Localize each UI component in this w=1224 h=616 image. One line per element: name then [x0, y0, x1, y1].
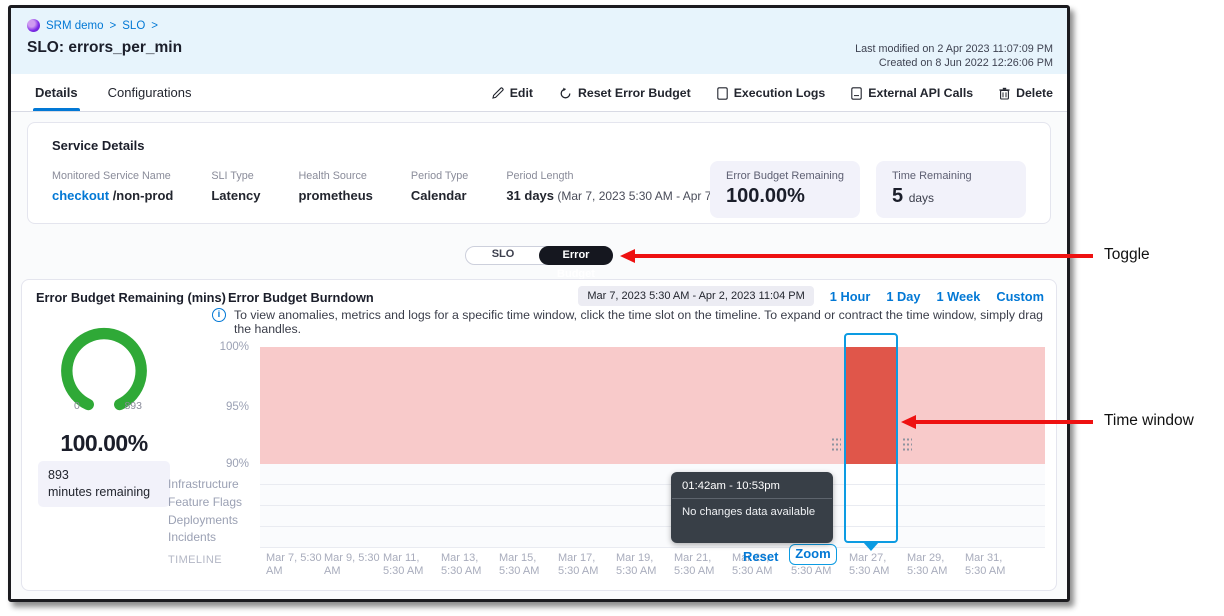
field-sli-type: SLI Type Latency [211, 170, 260, 203]
tab-bar: Details Configurations Edit Reset Error … [11, 74, 1067, 112]
breadcrumb-slo-link[interactable]: SLO [122, 20, 145, 32]
row-label-deployments: Deployments [168, 513, 238, 527]
x-tick: Mar 19, 5:30 AM [616, 552, 672, 578]
y-axis-label-90: 90% [182, 458, 249, 470]
execution-logs-button[interactable]: Execution Logs [717, 86, 826, 100]
toggle-option-error-budget[interactable]: Error Budget [539, 246, 613, 265]
toggle-option-slo[interactable]: SLO [466, 246, 540, 265]
burndown-band[interactable] [260, 347, 1045, 464]
y-axis-label-100: 100% [182, 341, 249, 353]
x-tick: Mar 15, 5:30 AM [499, 552, 555, 578]
minutes-caption: minutes remaining [48, 484, 160, 501]
time-remaining-box: Time Remaining 5 days [876, 161, 1026, 218]
x-tick: Mar 27, 5:30 AM [849, 552, 905, 578]
y-axis-label-95: 95% [182, 401, 249, 413]
breadcrumb: SRM demo > SLO > [27, 19, 1051, 32]
time-window-annotation-arrow-line [914, 420, 1093, 424]
burndown-title: Error Budget Burndown [228, 290, 374, 305]
date-range-badge[interactable]: Mar 7, 2023 5:30 AM - Apr 2, 2023 11:04 … [578, 286, 813, 306]
drag-handle-left[interactable] [830, 436, 841, 453]
last-modified-text: Last modified on 2 Apr 2023 11:07:09 PM [855, 42, 1053, 56]
field-monitored-service: Monitored Service Name checkout /non-pro… [52, 170, 173, 203]
document-icon [717, 87, 728, 100]
x-tick: Mar 21, 5:30 AM [674, 552, 730, 578]
time-window-pointer-icon [863, 542, 879, 551]
time-window-selection[interactable] [844, 333, 898, 543]
x-tick: Mar 13, 5:30 AM [441, 552, 497, 578]
x-tick: Mar 31, 5:30 AM [965, 552, 1021, 578]
reset-icon [559, 87, 572, 100]
tooltip-time-range: 01:42am - 10:53pm [671, 472, 833, 498]
error-budget-card: Error Budget Remaining (mins) 0 893 100.… [21, 279, 1057, 591]
monitored-service-link[interactable]: checkout [52, 188, 109, 203]
minutes-value: 893 [48, 467, 160, 484]
toggle-annotation-label: Toggle [1104, 246, 1150, 264]
tooltip-message: No changes data available [671, 499, 833, 525]
range-1hour-button[interactable]: 1 Hour [830, 289, 871, 304]
range-1day-button[interactable]: 1 Day [886, 289, 920, 304]
screenshot-canvas: SRM demo > SLO > SLO: errors_per_min Las… [0, 0, 1224, 616]
toggle-annotation-arrow-line [633, 254, 1093, 258]
api-document-icon [851, 87, 862, 100]
row-label-incidents: Incidents [168, 530, 216, 544]
gauge-percent: 100.00% [36, 430, 172, 457]
trash-icon [999, 87, 1010, 100]
slo-errorbudget-toggle: SLO Error Budget [465, 246, 613, 265]
tab-configurations[interactable]: Configurations [108, 74, 192, 111]
info-banner: i To view anomalies, metrics and logs fo… [212, 308, 1046, 336]
x-tick: Mar 11, 5:30 AM [383, 552, 439, 578]
x-tick: Mar 17, 5:30 AM [558, 552, 614, 578]
gauge-arc [44, 314, 164, 430]
row-label-infrastructure: Infrastructure [168, 477, 239, 491]
x-tick: Mar 9, 5:30 AM [324, 552, 380, 578]
info-icon: i [212, 308, 226, 322]
app-window: SRM demo > SLO > SLO: errors_per_min Las… [8, 5, 1070, 602]
service-details-card: Service Details Monitored Service Name c… [27, 122, 1051, 224]
pencil-icon [492, 87, 504, 99]
error-budget-remaining-box: Error Budget Remaining 100.00% [710, 161, 860, 218]
breadcrumb-separator: > [110, 20, 117, 32]
timeline-axis-label: TIMELINE [168, 554, 222, 566]
delete-button[interactable]: Delete [999, 86, 1053, 100]
gauge-title: Error Budget Remaining (mins) [36, 290, 226, 305]
page-body: Service Details Monitored Service Name c… [11, 112, 1067, 599]
srm-logo-icon [27, 19, 40, 32]
page-header: SRM demo > SLO > SLO: errors_per_min Las… [11, 8, 1067, 74]
field-period-type: Period Type Calendar [411, 170, 468, 203]
range-1week-button[interactable]: 1 Week [936, 289, 980, 304]
change-rows-area [260, 464, 1045, 548]
field-health-source: Health Source prometheus [298, 170, 372, 203]
range-custom-button[interactable]: Custom [996, 289, 1044, 304]
external-api-calls-button[interactable]: External API Calls [851, 86, 973, 100]
info-text: To view anomalies, metrics and logs for … [234, 308, 1046, 336]
toolbar: Edit Reset Error Budget Execution Logs [492, 74, 1053, 112]
timestamps: Last modified on 2 Apr 2023 11:07:09 PM … [855, 42, 1053, 70]
x-tick: Mar 7, 5:30 AM [266, 552, 322, 578]
breadcrumb-separator: > [151, 20, 158, 32]
x-tick: Mar 29, 5:30 AM [907, 552, 963, 578]
tab-details[interactable]: Details [35, 74, 78, 111]
changes-tooltip: 01:42am - 10:53pm No changes data availa… [671, 472, 833, 543]
edit-button[interactable]: Edit [492, 86, 533, 100]
breadcrumb-app-link[interactable]: SRM demo [46, 20, 104, 32]
error-budget-gauge: 0 893 [44, 314, 164, 430]
row-label-feature-flags: Feature Flags [168, 495, 242, 509]
summary-boxes: Error Budget Remaining 100.00% Time Rema… [710, 161, 1026, 218]
created-text: Created on 8 Jun 2022 12:26:06 PM [855, 56, 1053, 70]
reset-button[interactable]: Reset [743, 549, 778, 564]
gauge-min-label: 0 [74, 400, 80, 412]
zoom-button[interactable]: Zoom [789, 544, 837, 565]
time-window-highlight [846, 347, 896, 464]
minutes-remaining-box: 893 minutes remaining [38, 461, 170, 507]
time-window-annotation-label: Time window [1104, 412, 1194, 430]
gauge-max-label: 893 [124, 400, 142, 412]
reset-error-budget-button[interactable]: Reset Error Budget [559, 86, 691, 100]
drag-handle-right[interactable] [901, 436, 912, 453]
service-details-title: Service Details [52, 138, 1026, 153]
